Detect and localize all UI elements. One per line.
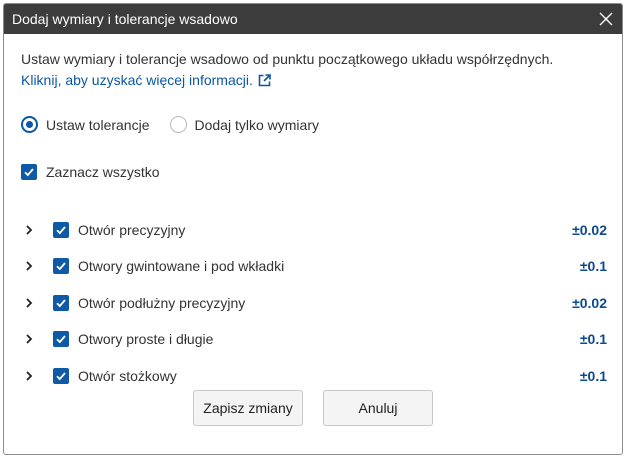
feature-label: Otwór precyzyjny [78, 222, 186, 238]
checkmark-icon [56, 262, 66, 271]
chevron-right-icon [26, 371, 33, 381]
radio-label: Ustaw tolerancje [46, 116, 150, 133]
close-icon [599, 12, 613, 26]
expand-chevron[interactable] [21, 222, 37, 238]
feature-label: Otwory proste i długie [78, 331, 214, 347]
expand-chevron[interactable] [21, 331, 37, 347]
feature-label: Otwór podłużny precyzyjny [78, 295, 246, 311]
checkmark-icon [56, 372, 66, 381]
dialog-titlebar: Dodaj wymiary i tolerancje wsadowo [4, 4, 622, 34]
tolerance-value[interactable]: ±0.1 [580, 368, 607, 384]
feature-checkbox[interactable] [53, 331, 69, 347]
chevron-right-icon [26, 298, 33, 308]
more-info-link-label: Kliknij, aby uzyskać więcej informacji. [21, 72, 253, 88]
radio-selected-indicator [21, 116, 38, 133]
dialog-title: Dodaj wymiary i tolerancje wsadowo [12, 11, 238, 27]
close-button[interactable] [590, 4, 622, 34]
feature-row-straight-holes: Otwory proste i długie ±0.1 [21, 329, 607, 349]
radio-label: Dodaj tylko wymiary [194, 116, 319, 133]
checkmark-icon [56, 226, 66, 235]
save-button[interactable]: Zapisz zmiany [193, 390, 303, 426]
chevron-right-icon [26, 334, 33, 344]
external-link-icon [258, 73, 271, 86]
radio-dimensions-only[interactable]: Dodaj tylko wymiary [169, 116, 319, 133]
cancel-button[interactable]: Anuluj [323, 390, 433, 426]
tolerance-value[interactable]: ±0.02 [572, 295, 607, 311]
mode-radio-group: Ustaw tolerancje Dodaj tylko wymiary [21, 116, 319, 133]
batch-dimensions-dialog: Dodaj wymiary i tolerancje wsadowo Ustaw… [3, 3, 623, 455]
dialog-description: Ustaw wymiary i tolerancje wsadowo od pu… [21, 51, 554, 67]
feature-checkbox[interactable] [53, 368, 69, 384]
checkmark-icon [56, 335, 66, 344]
radio-set-tolerances[interactable]: Ustaw tolerancje [21, 116, 150, 133]
tolerance-value[interactable]: ±0.1 [580, 331, 607, 347]
tolerance-value[interactable]: ±0.1 [580, 258, 607, 274]
expand-chevron[interactable] [21, 258, 37, 274]
select-all-row: Zaznacz wszystko [21, 164, 160, 180]
chevron-right-icon [26, 225, 33, 235]
more-info-link[interactable]: Kliknij, aby uzyskać więcej informacji. [21, 72, 271, 88]
checkmark-icon [56, 299, 66, 308]
select-all-checkbox[interactable] [21, 164, 37, 180]
feature-checkbox[interactable] [53, 222, 69, 238]
feature-row-threaded-holes: Otwory gwintowane i pod wkładki ±0.1 [21, 256, 607, 276]
feature-row-precise-hole: Otwór precyzyjny ±0.02 [21, 220, 607, 240]
feature-label: Otwór stożkowy [78, 368, 177, 384]
feature-row-precise-slot: Otwór podłużny precyzyjny ±0.02 [21, 293, 607, 313]
expand-chevron[interactable] [21, 368, 37, 384]
feature-checkbox[interactable] [53, 258, 69, 274]
feature-checkbox[interactable] [53, 295, 69, 311]
chevron-right-icon [26, 261, 33, 271]
select-all-label: Zaznacz wszystko [46, 164, 160, 180]
tolerance-value[interactable]: ±0.02 [572, 222, 607, 238]
checkmark-icon [24, 168, 34, 177]
radio-unselected-indicator [169, 116, 187, 133]
feature-label: Otwory gwintowane i pod wkładki [78, 258, 285, 274]
feature-row-tapered-hole: Otwór stożkowy ±0.1 [21, 366, 607, 386]
expand-chevron[interactable] [21, 295, 37, 311]
